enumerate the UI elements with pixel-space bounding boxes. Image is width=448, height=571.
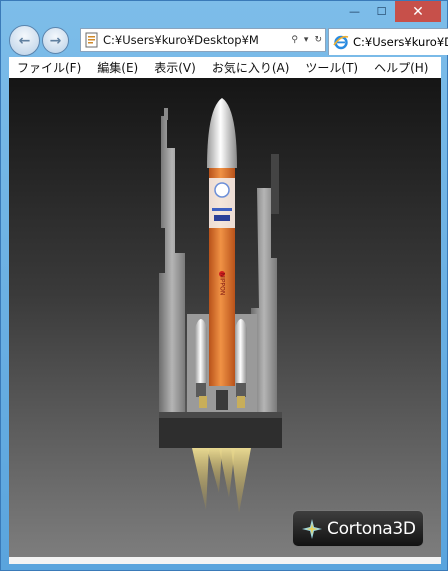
status-bar: [9, 557, 441, 564]
menu-tools[interactable]: ツール(T): [297, 59, 366, 76]
caption-buttons: — ☐ ✕: [341, 1, 441, 23]
star-logo-icon: [302, 518, 322, 539]
rocket-nose-fairing: [207, 98, 237, 168]
rocket-label-nippon: NIPPON: [219, 273, 226, 296]
minimize-button[interactable]: —: [341, 1, 368, 22]
menu-favorites[interactable]: お気に入り(A): [204, 59, 298, 76]
address-bar[interactable]: C:¥Users¥kuro¥Desktop¥M ⚲ ▾ ↻: [80, 28, 326, 52]
menu-file[interactable]: ファイル(F): [9, 59, 89, 76]
back-arrow-icon: ←: [18, 32, 31, 49]
page-icon: [85, 32, 98, 48]
menu-view[interactable]: 表示(V): [146, 59, 204, 76]
forward-arrow-icon: →: [49, 32, 62, 49]
forward-button[interactable]: →: [42, 27, 69, 54]
menu-help[interactable]: ヘルプ(H): [366, 59, 436, 76]
cortona-logo-badge[interactable]: Cortona3D: [292, 510, 424, 547]
search-icon[interactable]: ⚲: [288, 35, 301, 45]
tab-title: C:¥Users¥kuro¥D: [353, 35, 448, 49]
rocket-scene: NIPPON: [159, 98, 282, 513]
exhaust-plume: [192, 448, 251, 513]
close-button[interactable]: ✕: [395, 1, 441, 22]
menu-bar: ファイル(F) 編集(E) 表示(V) お気に入り(A) ツール(T) ヘルプ(…: [9, 57, 441, 78]
browser-window: — ☐ ✕ ← → C:¥Users¥kuro¥Desktop¥M ⚲ ▾ ↻: [0, 0, 448, 571]
menu-edit[interactable]: 編集(E): [89, 59, 146, 76]
dropdown-icon[interactable]: ▾: [301, 35, 312, 45]
address-text: C:¥Users¥kuro¥Desktop¥M: [103, 33, 259, 47]
solid-rocket-booster-right: [235, 319, 247, 397]
solid-rocket-booster-left: [195, 319, 207, 397]
3d-viewport[interactable]: NIPPON Cortona3D: [9, 78, 441, 557]
cortona-brand-text: Cortona3D: [327, 518, 416, 539]
tab-active[interactable]: C:¥Users¥kuro¥D: [328, 28, 448, 55]
launch-tower-left: [159, 108, 185, 413]
maximize-button[interactable]: ☐: [368, 1, 395, 22]
back-button[interactable]: ←: [9, 25, 40, 56]
ie-icon: [333, 35, 349, 50]
navigation-bar: ← → C:¥Users¥kuro¥Desktop¥M ⚲ ▾ ↻ C:¥Use…: [9, 25, 448, 56]
refresh-icon[interactable]: ↻: [311, 35, 325, 45]
